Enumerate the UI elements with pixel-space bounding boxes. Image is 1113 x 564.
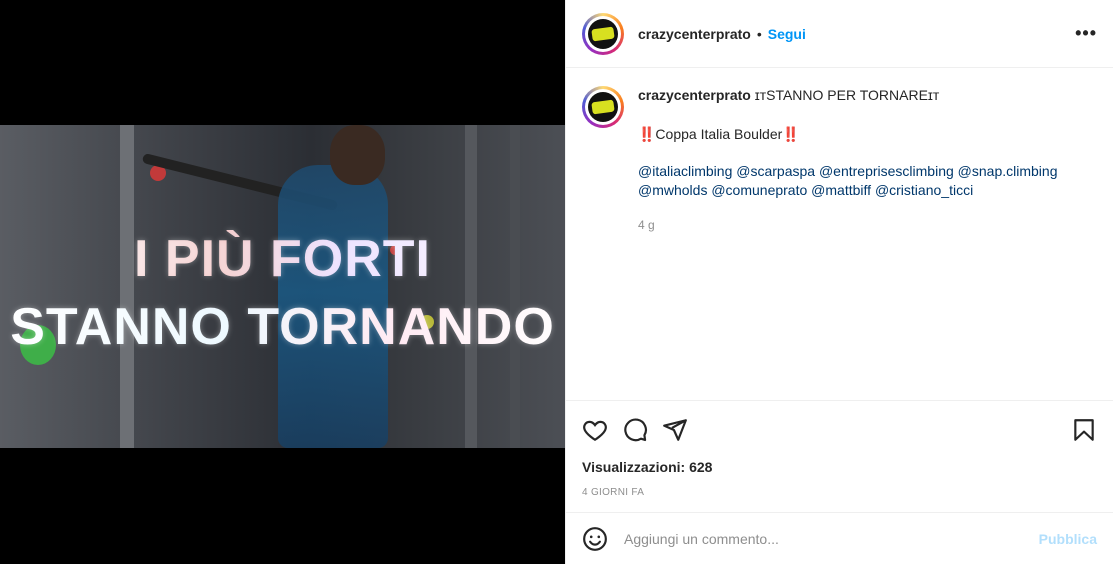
comment-input[interactable] <box>624 530 1039 547</box>
mention-link[interactable]: @cristiano_ticci <box>875 182 973 198</box>
views-count[interactable]: Visualizzazioni: 628 <box>582 459 1097 475</box>
post-header: crazycenterprato • Segui ••• <box>566 0 1113 68</box>
share-icon[interactable] <box>662 417 688 443</box>
post-caption: crazycenterprato ɪᴛSTANNO PER TORNAREɪᴛ … <box>566 68 1113 400</box>
mention-link[interactable]: @mwholds <box>638 182 707 198</box>
publish-button[interactable]: Pubblica <box>1039 531 1097 547</box>
bookmark-icon[interactable] <box>1071 417 1097 443</box>
caption-avatar[interactable] <box>582 86 624 128</box>
post-sidebar: crazycenterprato • Segui ••• crazycenter… <box>565 0 1113 564</box>
comment-icon[interactable] <box>622 417 648 443</box>
post-media[interactable]: I PIÙ FORTI STANNO TORNANDO <box>0 0 565 564</box>
caption-username[interactable]: crazycenterprato <box>638 87 751 103</box>
separator-dot: • <box>756 25 762 42</box>
mention-link[interactable]: @scarpaspa <box>736 163 815 179</box>
mention-link[interactable]: @entreprisesclimbing <box>819 163 954 179</box>
caption-line: ‼️Coppa Italia Boulder‼️ <box>638 126 800 142</box>
smiley-icon[interactable] <box>582 526 608 552</box>
caption-title: ɪᴛSTANNO PER TORNAREɪᴛ <box>754 87 940 103</box>
header-username[interactable]: crazycenterprato <box>638 26 751 42</box>
mention-link[interactable]: @mattbiff <box>811 182 871 198</box>
caption-timestamp[interactable]: 4 g <box>638 216 1097 235</box>
post-date[interactable]: 4 GIORNI FA <box>582 487 1097 498</box>
post-actions: Visualizzazioni: 628 4 GIORNI FA <box>566 400 1113 512</box>
comment-bar: Pubblica <box>566 512 1113 564</box>
avatar[interactable] <box>582 12 624 55</box>
more-options-icon[interactable]: ••• <box>1075 23 1097 44</box>
video-headline-line2: STANNO TORNANDO <box>0 297 565 357</box>
mention-link[interactable]: @snap.climbing <box>958 163 1058 179</box>
follow-button[interactable]: Segui <box>768 26 806 42</box>
caption-mentions: @italiaclimbing @scarpaspa @entreprisesc… <box>638 162 1097 200</box>
video-headline-line1: I PIÙ FORTI <box>0 229 565 289</box>
brand-logo-icon <box>588 92 618 122</box>
video-frame[interactable]: I PIÙ FORTI STANNO TORNANDO <box>0 125 565 448</box>
mention-link[interactable]: @italiaclimbing <box>638 163 732 179</box>
instagram-post: I PIÙ FORTI STANNO TORNANDO crazycenterp… <box>0 0 1113 564</box>
brand-logo-icon <box>588 18 618 49</box>
mention-link[interactable]: @comuneprato <box>711 182 807 198</box>
heart-icon[interactable] <box>582 417 608 443</box>
